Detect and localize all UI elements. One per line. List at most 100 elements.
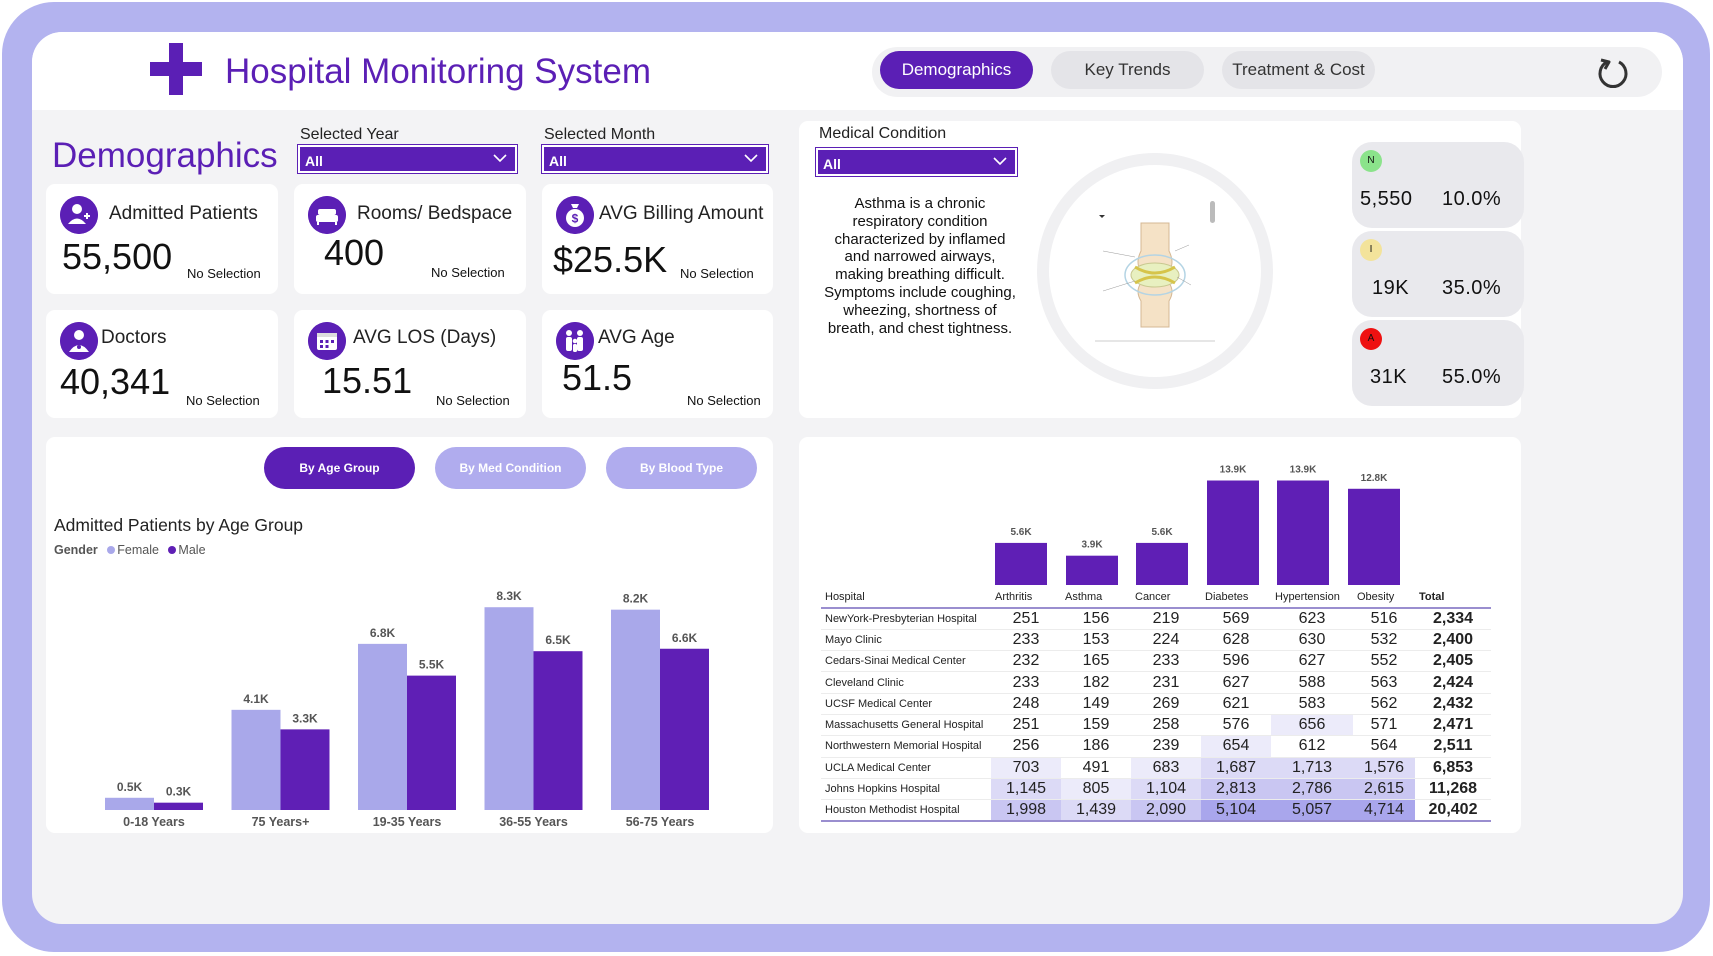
- table-row[interactable]: Cedars-Sinai Medical Center 232 165 233 596 6…: [821, 650, 1491, 673]
- table-row[interactable]: UCLA Medical Center 703 491 683 1,687 1,713 1,…: [821, 757, 1491, 779]
- year-dropdown-value: All: [305, 153, 323, 169]
- table-row[interactable]: Cleveland Clinic 233 182 231 627 588 563 2,424: [821, 671, 1491, 694]
- kpi-card-doctors: Doctors 40,341 No Selection: [46, 310, 278, 418]
- value-cell: 4,714: [1353, 799, 1415, 822]
- matrix-col-header[interactable]: Hospital: [821, 587, 991, 609]
- matrix-col-header[interactable]: Total: [1415, 587, 1491, 609]
- matrix-col-header[interactable]: Hypertension: [1271, 587, 1353, 609]
- matrix-col-header[interactable]: Arthritis: [991, 587, 1061, 609]
- total-cell: 6,853: [1415, 757, 1491, 779]
- bar-female[interactable]: [358, 643, 407, 810]
- value-cell: 683: [1131, 757, 1201, 779]
- doctor-icon: [60, 322, 98, 360]
- value-cell: 491: [1061, 757, 1131, 779]
- value-cell: 656: [1271, 714, 1353, 737]
- bed-icon: [308, 196, 346, 234]
- bar-male[interactable]: [407, 675, 456, 810]
- result-pill-abnormal: A 31K 55.0%: [1352, 320, 1524, 406]
- value-cell: 239: [1131, 735, 1201, 758]
- total-cell: 2,334: [1415, 608, 1491, 630]
- matrix-col-header[interactable]: Obesity: [1353, 587, 1415, 609]
- kpi-value: 15.51: [322, 360, 413, 401]
- table-row[interactable]: Houston Methodist Hospital 1,998 1,439 2,09…: [821, 799, 1491, 822]
- total-cell: 2,400: [1415, 629, 1491, 652]
- total-cell: 2,471: [1415, 714, 1491, 737]
- month-dropdown-value: All: [549, 153, 567, 169]
- value-cell: 159: [1061, 714, 1131, 737]
- condition-bar-chart: 5.6K 3.9K 5.6K 13.9K 13.9K 12.8K: [995, 465, 1400, 585]
- bar-condition[interactable]: [995, 542, 1047, 585]
- result-percent: 35.0%: [1442, 277, 1502, 299]
- month-dropdown[interactable]: All: [541, 144, 769, 174]
- refresh-icon[interactable]: [1596, 56, 1630, 90]
- bar-female[interactable]: [484, 607, 534, 810]
- matrix-col-header[interactable]: Asthma: [1061, 587, 1131, 609]
- bar-male[interactable]: [533, 651, 583, 810]
- tab-demographics[interactable]: Demographics: [880, 51, 1033, 89]
- table-row[interactable]: Northwestern Memorial Hospital 256 186 239 6…: [821, 735, 1491, 758]
- tab-treatment-cost[interactable]: Treatment & Cost: [1222, 51, 1375, 89]
- value-cell: 233: [991, 629, 1061, 652]
- bar-male[interactable]: [660, 648, 709, 810]
- condition-dropdown[interactable]: All: [815, 147, 1018, 177]
- result-pill-normal: N 5,550 10.0%: [1352, 142, 1524, 228]
- matrix-col-header[interactable]: Diabetes: [1201, 587, 1271, 609]
- value-cell: 219: [1131, 608, 1201, 630]
- status-dot: I: [1360, 239, 1382, 261]
- table-row[interactable]: Mayo Clinic 233 153 224 628 630 532 2,400: [821, 629, 1491, 652]
- value-cell: 654: [1201, 735, 1271, 758]
- result-percent: 55.0%: [1442, 366, 1502, 388]
- table-row[interactable]: Massachusetts General Hospital 251 159 258 5…: [821, 714, 1491, 737]
- money-bag-icon: $: [556, 196, 594, 234]
- value-cell: 612: [1271, 735, 1353, 758]
- total-cell: 2,432: [1415, 693, 1491, 715]
- bar-male[interactable]: [280, 729, 330, 810]
- app-title: Hospital Monitoring System: [225, 52, 651, 91]
- total-cell: 20,402: [1415, 799, 1491, 822]
- result-count: 5,550: [1360, 188, 1413, 210]
- hospital-name-cell: UCSF Medical Center: [821, 693, 991, 715]
- data-label: 6.6K: [672, 631, 698, 645]
- hospital-name-cell: Massachusetts General Hospital: [821, 714, 991, 737]
- matrix-col-header[interactable]: Cancer: [1131, 587, 1201, 609]
- joint-anatomy-illustration: [1037, 153, 1273, 389]
- dashboard-frame: Hospital Monitoring System Demographics …: [2, 2, 1710, 952]
- bar-female[interactable]: [231, 709, 281, 810]
- table-row[interactable]: UCSF Medical Center 248 149 269 621 583 562 2,4…: [821, 693, 1491, 715]
- kpi-value: 55,500: [62, 236, 173, 277]
- value-cell: 516: [1353, 608, 1415, 630]
- tab-key-trends[interactable]: Key Trends: [1051, 51, 1204, 89]
- value-cell: 165: [1061, 650, 1131, 673]
- value-cell: 182: [1061, 671, 1131, 694]
- bar-condition[interactable]: [1136, 542, 1188, 585]
- kpi-card-admitted: Admitted Patients 55,500 No Selection: [46, 184, 278, 294]
- bar-condition[interactable]: [1277, 480, 1329, 585]
- data-label: 6.5K: [545, 633, 571, 647]
- data-label: 8.2K: [623, 592, 649, 606]
- kpi-label: AVG Billing Amount: [599, 203, 764, 224]
- bar-female[interactable]: [105, 797, 154, 810]
- bar-condition[interactable]: [1066, 555, 1118, 585]
- bar-male[interactable]: [154, 802, 203, 810]
- calendar-icon: [308, 322, 346, 360]
- hospital-name-cell: Cedars-Sinai Medical Center: [821, 650, 991, 673]
- table-row[interactable]: NewYork-Presbyterian Hospital 251 156 219 56…: [821, 608, 1491, 630]
- data-label: 0.3K: [166, 785, 192, 799]
- value-cell: 627: [1271, 650, 1353, 673]
- kpi-selection-status: No Selection: [187, 266, 261, 281]
- value-cell: 231: [1131, 671, 1201, 694]
- data-label: 3.3K: [292, 711, 318, 725]
- chevron-down-icon: [744, 154, 758, 163]
- bar-condition[interactable]: [1348, 488, 1400, 585]
- hospital-condition-matrix: Hospital Arthritis Asthma Cancer Diabetes Hyp…: [821, 587, 1491, 822]
- value-cell: 703: [991, 757, 1061, 779]
- condition-dropdown-value: All: [823, 156, 841, 172]
- value-cell: 552: [1353, 650, 1415, 673]
- value-cell: 583: [1271, 693, 1353, 715]
- table-row[interactable]: Johns Hopkins Hospital 1,145 805 1,104 2,813…: [821, 778, 1491, 801]
- year-dropdown[interactable]: All: [297, 144, 518, 174]
- value-cell: 1,104: [1131, 778, 1201, 801]
- value-cell: 630: [1271, 629, 1353, 652]
- bar-female[interactable]: [611, 609, 660, 810]
- bar-condition[interactable]: [1207, 480, 1259, 585]
